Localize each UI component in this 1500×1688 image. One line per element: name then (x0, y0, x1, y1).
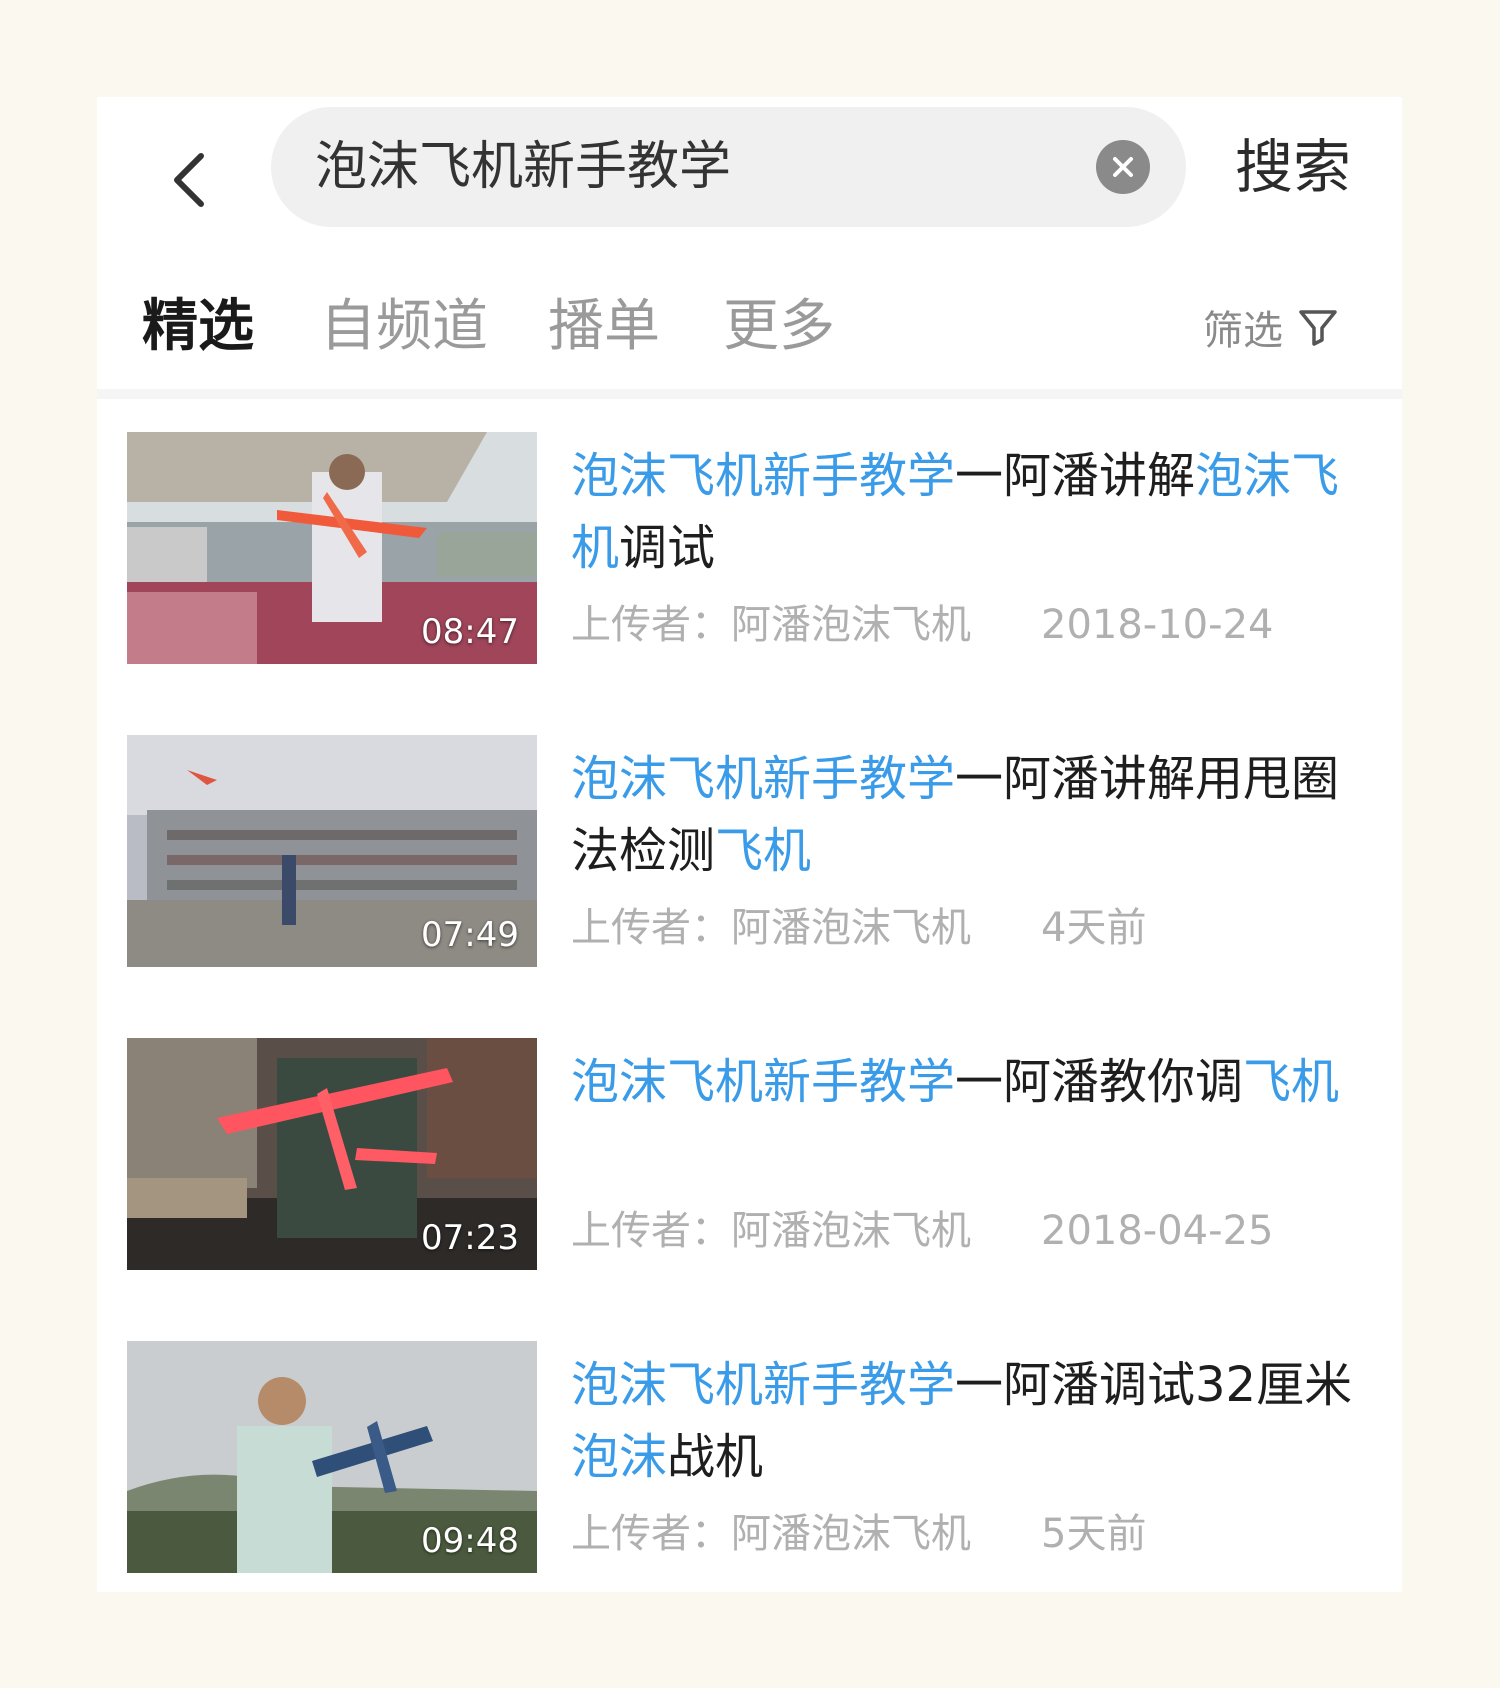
upload-date: 4天前 (1041, 905, 1147, 951)
uploader-label: 上传者：阿潘泡沫飞机 (571, 1208, 971, 1254)
upload-date: 2018-10-24 (1041, 602, 1274, 648)
search-input[interactable]: 泡沫飞机新手教学 (271, 107, 1186, 227)
filter-funnel-icon (1299, 310, 1337, 346)
title-text: 一阿潘教你调 (955, 1054, 1244, 1110)
video-duration: 09:48 (421, 1521, 519, 1561)
title-highlight: 泡沫飞机新手教学 (571, 751, 956, 807)
video-result-item[interactable]: 07:49 泡沫飞机新手教学一阿潘讲解用甩圈法检测飞机 上传者：阿潘泡沫飞机 4天… (97, 735, 1402, 967)
uploader-label: 上传者：阿潘泡沫飞机 (571, 1511, 971, 1557)
video-meta: 上传者：阿潘泡沫飞机 2018-10-24 (571, 592, 1273, 650)
filter-label: 筛选 (1203, 308, 1283, 354)
title-highlight: 飞机 (1243, 1054, 1340, 1110)
tab-playlist[interactable]: 播单 (548, 257, 660, 397)
divider (97, 389, 1402, 399)
title-text: 战机 (667, 1429, 764, 1485)
video-meta: 上传者：阿潘泡沫飞机 5天前 (571, 1501, 1146, 1559)
video-title[interactable]: 泡沫飞机新手教学一阿潘调试32厘米泡沫战机 (571, 1349, 1371, 1493)
chevron-left-icon (174, 153, 204, 207)
title-highlight: 泡沫飞机新手教学 (571, 1054, 956, 1110)
video-title[interactable]: 泡沫飞机新手教学一阿潘教你调飞机 (571, 1046, 1371, 1118)
title-highlight: 泡沫飞机新手教学 (571, 448, 956, 504)
filter-button[interactable]: 筛选 (1203, 257, 1339, 397)
search-results-panel: 泡沫飞机新手教学 搜索 精选 自频道 播单 更多 筛选 08:47 泡沫飞机新手… (97, 97, 1402, 1592)
video-title[interactable]: 泡沫飞机新手教学一阿潘讲解泡沫飞机调试 (571, 440, 1371, 584)
video-thumbnail[interactable]: 07:49 (127, 735, 537, 967)
result-tabs: 精选 自频道 播单 更多 筛选 (97, 257, 1402, 397)
tab-more[interactable]: 更多 (723, 257, 835, 397)
video-duration: 07:23 (421, 1218, 519, 1258)
video-thumbnail[interactable]: 08:47 (127, 432, 537, 664)
search-button[interactable]: 搜索 (1235, 107, 1351, 227)
video-title[interactable]: 泡沫飞机新手教学一阿潘讲解用甩圈法检测飞机 (571, 743, 1371, 887)
video-thumbnail[interactable]: 07:23 (127, 1038, 537, 1270)
title-text: 一阿潘调试32厘米 (955, 1357, 1353, 1413)
clear-circle-icon (1113, 157, 1133, 177)
video-result-item[interactable]: 07:23 泡沫飞机新手教学一阿潘教你调飞机 上传者：阿潘泡沫飞机 2018-04… (97, 1038, 1402, 1270)
upload-date: 5天前 (1041, 1511, 1147, 1557)
video-result-item[interactable]: 08:47 泡沫飞机新手教学一阿潘讲解泡沫飞机调试 上传者：阿潘泡沫飞机 2018… (97, 432, 1402, 664)
title-text: 一阿潘讲解 (955, 448, 1196, 504)
tab-featured[interactable]: 精选 (142, 257, 254, 397)
video-duration: 07:49 (421, 915, 519, 955)
clear-search-button[interactable] (1096, 140, 1150, 194)
title-text: 调试 (619, 520, 716, 576)
title-highlight: 泡沫 (571, 1429, 668, 1485)
uploader-label: 上传者：阿潘泡沫飞机 (571, 602, 971, 648)
video-result-item[interactable]: 09:48 泡沫飞机新手教学一阿潘调试32厘米泡沫战机 上传者：阿潘泡沫飞机 5天… (97, 1341, 1402, 1573)
upload-date: 2018-04-25 (1041, 1208, 1274, 1254)
tab-channel[interactable]: 自频道 (320, 257, 488, 397)
title-highlight: 泡沫飞机新手教学 (571, 1357, 956, 1413)
search-query-text: 泡沫飞机新手教学 (315, 137, 732, 197)
video-meta: 上传者：阿潘泡沫飞机 2018-04-25 (571, 1198, 1273, 1256)
uploader-label: 上传者：阿潘泡沫飞机 (571, 905, 971, 951)
back-button[interactable] (159, 137, 219, 223)
video-thumbnail[interactable]: 09:48 (127, 1341, 537, 1573)
title-highlight: 飞机 (715, 823, 812, 879)
video-duration: 08:47 (421, 612, 519, 652)
video-meta: 上传者：阿潘泡沫飞机 4天前 (571, 895, 1146, 953)
